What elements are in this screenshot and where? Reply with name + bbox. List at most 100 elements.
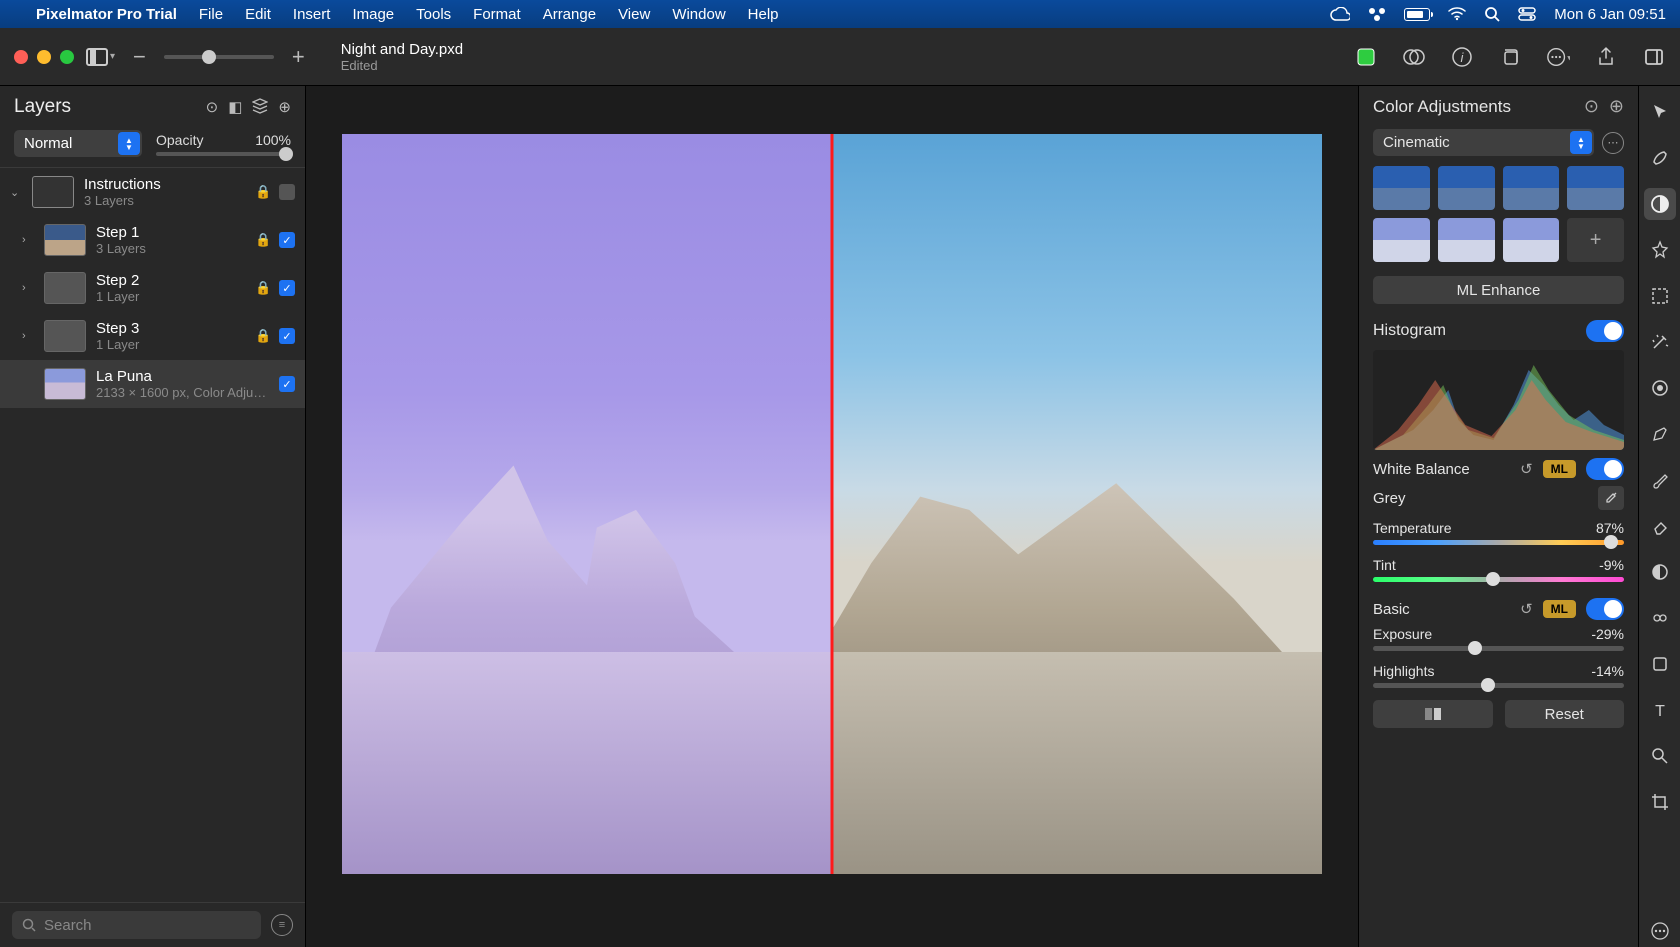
menu-format[interactable]: Format [473, 6, 521, 23]
share-icon[interactable] [1594, 45, 1618, 69]
effects-icon[interactable] [1402, 45, 1426, 69]
adjust-options-icon[interactable]: ⊙ [1584, 96, 1599, 117]
crop-tool-icon[interactable] [1644, 786, 1676, 818]
visibility-checkbox[interactable]: ✓ [279, 232, 295, 248]
lock-icon[interactable]: 🔒 [255, 184, 269, 200]
layers-stack-icon[interactable] [252, 98, 268, 116]
preset-add-button[interactable]: + [1567, 218, 1624, 262]
dropbox-icon[interactable] [1368, 7, 1386, 21]
disclosure-icon[interactable]: › [22, 330, 34, 342]
style-tool-icon[interactable] [1644, 142, 1676, 174]
effects-tool-icon[interactable] [1644, 234, 1676, 266]
filter-icon[interactable]: ≡ [271, 914, 293, 936]
preset-thumb[interactable] [1567, 166, 1624, 210]
menu-insert[interactable]: Insert [293, 6, 331, 23]
preset-thumb[interactable] [1373, 166, 1430, 210]
visibility-checkbox[interactable] [279, 184, 295, 200]
preset-thumb[interactable] [1438, 166, 1495, 210]
wifi-icon[interactable] [1448, 7, 1466, 21]
tint-slider[interactable] [1373, 577, 1624, 582]
visibility-checkbox[interactable]: ✓ [279, 376, 295, 392]
menu-window[interactable]: Window [672, 6, 725, 23]
spotlight-icon[interactable] [1484, 6, 1500, 22]
lock-icon[interactable]: 🔒 [255, 232, 269, 248]
layer-row-step3[interactable]: › Step 3 1 Layer 🔒 ✓ [0, 312, 305, 360]
reset-icon[interactable]: ↺ [1520, 460, 1533, 478]
menu-edit[interactable]: Edit [245, 6, 271, 23]
zoom-tool-icon[interactable] [1644, 740, 1676, 772]
repair-tool-icon[interactable] [1644, 372, 1676, 404]
zoom-slider[interactable] [164, 55, 274, 59]
disclosure-icon[interactable]: ⌄ [10, 186, 22, 199]
creative-cloud-icon[interactable] [1330, 7, 1350, 21]
brush-tool-icon[interactable] [1644, 464, 1676, 496]
text-tool-icon[interactable]: T [1644, 694, 1676, 726]
clone-tool-icon[interactable] [1644, 602, 1676, 634]
preset-more-icon[interactable]: ⋯ [1602, 132, 1624, 154]
comparison-divider[interactable] [831, 134, 834, 874]
white-balance-toggle[interactable] [1586, 458, 1624, 480]
gradient-tool-icon[interactable] [1644, 556, 1676, 588]
preset-thumb[interactable] [1503, 218, 1560, 262]
zoom-out-button[interactable]: − [127, 44, 152, 70]
menu-view[interactable]: View [618, 6, 650, 23]
layers-options-icon[interactable]: ⊙ [206, 98, 219, 116]
arrow-tool-icon[interactable] [1644, 96, 1676, 128]
menu-help[interactable]: Help [748, 6, 779, 23]
layer-row-instructions[interactable]: ⌄ Instructions 3 Layers 🔒 [0, 168, 305, 216]
split-compare-button[interactable] [1373, 700, 1493, 728]
menu-tools[interactable]: Tools [416, 6, 451, 23]
sidebar-toggle-button[interactable]: ▾ [86, 48, 115, 66]
pen-tool-icon[interactable] [1644, 418, 1676, 450]
layers-mask-icon[interactable]: ◧ [228, 98, 242, 116]
more-actions-icon[interactable]: ▾ [1546, 45, 1570, 69]
layers-add-icon[interactable]: ⊕ [278, 98, 291, 116]
opacity-slider[interactable] [156, 152, 291, 156]
menu-image[interactable]: Image [352, 6, 394, 23]
disclosure-icon[interactable]: › [22, 282, 34, 294]
menu-file[interactable]: File [199, 6, 223, 23]
eyedropper-button[interactable] [1598, 486, 1624, 510]
layers-search-input[interactable]: Search [12, 911, 261, 939]
ml-pill[interactable]: ML [1543, 460, 1576, 478]
document-canvas[interactable] [342, 134, 1322, 874]
close-window-button[interactable] [14, 50, 28, 64]
blend-mode-select[interactable]: Normal ▲▼ [14, 130, 142, 157]
visibility-checkbox[interactable]: ✓ [279, 280, 295, 296]
more-tools-icon[interactable] [1644, 915, 1676, 947]
layer-row-step2[interactable]: › Step 2 1 Layer 🔒 ✓ [0, 264, 305, 312]
info-icon[interactable]: i [1450, 45, 1474, 69]
preset-select[interactable]: Cinematic ▲▼ [1373, 129, 1594, 156]
panels-toggle-icon[interactable] [1642, 45, 1666, 69]
reset-icon[interactable]: ↺ [1520, 600, 1533, 618]
menu-arrange[interactable]: Arrange [543, 6, 596, 23]
app-name[interactable]: Pixelmator Pro Trial [36, 6, 177, 23]
minimize-window-button[interactable] [37, 50, 51, 64]
preset-thumb[interactable] [1373, 218, 1430, 262]
layer-row-step1[interactable]: › Step 1 3 Layers 🔒 ✓ [0, 216, 305, 264]
temperature-slider[interactable] [1373, 540, 1624, 545]
reset-button[interactable]: Reset [1505, 700, 1625, 728]
adjust-add-icon[interactable]: ⊕ [1609, 96, 1624, 117]
visibility-checkbox[interactable]: ✓ [279, 328, 295, 344]
shape-tool-icon[interactable] [1644, 648, 1676, 680]
control-center-icon[interactable] [1518, 7, 1536, 21]
marquee-tool-icon[interactable] [1644, 280, 1676, 312]
fullscreen-window-button[interactable] [60, 50, 74, 64]
color-picker-icon[interactable] [1354, 45, 1378, 69]
ml-enhance-button[interactable]: ML Enhance [1373, 276, 1624, 304]
color-adjust-tool-icon[interactable] [1644, 188, 1676, 220]
clock[interactable]: Mon 6 Jan 09:51 [1554, 6, 1666, 23]
histogram-toggle[interactable] [1586, 320, 1624, 342]
basic-toggle[interactable] [1586, 598, 1624, 620]
lock-icon[interactable]: 🔒 [255, 280, 269, 296]
eraser-tool-icon[interactable] [1644, 510, 1676, 542]
highlights-slider[interactable] [1373, 683, 1624, 688]
zoom-in-button[interactable]: + [286, 44, 311, 70]
lock-icon[interactable]: 🔒 [255, 328, 269, 344]
canvas-area[interactable] [306, 86, 1358, 947]
battery-icon[interactable] [1404, 8, 1430, 21]
ml-pill[interactable]: ML [1543, 600, 1576, 618]
exposure-slider[interactable] [1373, 646, 1624, 651]
disclosure-icon[interactable]: › [22, 234, 34, 246]
